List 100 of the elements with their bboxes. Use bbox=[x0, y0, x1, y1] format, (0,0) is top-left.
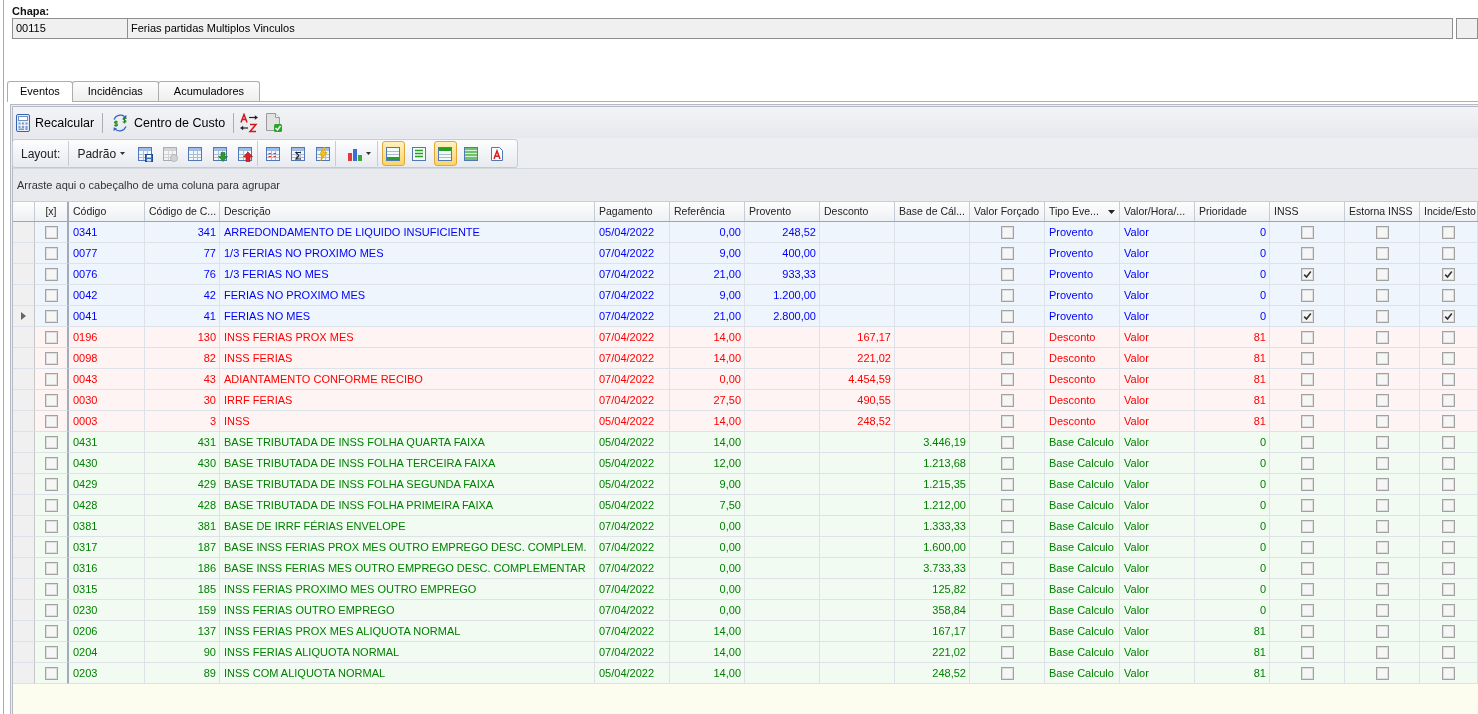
checkbox[interactable] bbox=[1000, 519, 1014, 533]
checkbox[interactable] bbox=[1300, 372, 1314, 386]
checkbox[interactable] bbox=[44, 246, 58, 260]
column-header[interactable]: Código bbox=[69, 202, 145, 221]
checkbox[interactable] bbox=[44, 498, 58, 512]
checkbox[interactable] bbox=[1442, 540, 1455, 554]
checkbox[interactable] bbox=[1300, 288, 1314, 302]
sort-az-icon[interactable] bbox=[239, 112, 260, 133]
checkbox[interactable] bbox=[1375, 477, 1389, 491]
checkbox[interactable] bbox=[1000, 414, 1014, 428]
checkbox[interactable] bbox=[1442, 414, 1455, 428]
checkbox[interactable] bbox=[1375, 603, 1389, 617]
checkbox[interactable] bbox=[1300, 309, 1314, 323]
view-toggle[interactable] bbox=[381, 141, 405, 166]
checkbox[interactable] bbox=[1375, 519, 1389, 533]
column-header[interactable]: Incide/Esto bbox=[1420, 202, 1478, 221]
column-header[interactable]: Valor/Hora/... bbox=[1120, 202, 1195, 221]
checkbox[interactable] bbox=[1000, 645, 1014, 659]
checkbox[interactable] bbox=[1300, 351, 1314, 365]
checkbox[interactable] bbox=[1000, 477, 1014, 491]
checkbox[interactable] bbox=[1375, 456, 1389, 470]
checkbox[interactable] bbox=[1442, 456, 1455, 470]
column-header[interactable]: Estorna INSS bbox=[1345, 202, 1420, 221]
checkbox[interactable] bbox=[1375, 498, 1389, 512]
checkbox[interactable] bbox=[1300, 540, 1314, 554]
checkbox[interactable] bbox=[1375, 246, 1389, 260]
checkbox[interactable] bbox=[1375, 582, 1389, 596]
column-header[interactable]: Pagamento bbox=[595, 202, 670, 221]
checkbox[interactable] bbox=[1442, 519, 1455, 533]
checkbox[interactable] bbox=[1000, 624, 1014, 638]
checkbox[interactable] bbox=[1300, 561, 1314, 575]
column-header[interactable]: INSS bbox=[1270, 202, 1345, 221]
checkbox[interactable] bbox=[1000, 267, 1014, 281]
checkbox[interactable] bbox=[1300, 498, 1314, 512]
checkbox[interactable] bbox=[44, 582, 58, 596]
checkbox[interactable] bbox=[1300, 477, 1314, 491]
tab[interactable]: Eventos bbox=[7, 81, 73, 102]
checkbox[interactable] bbox=[1375, 540, 1389, 554]
checkbox[interactable] bbox=[1000, 666, 1014, 680]
input-field[interactable] bbox=[1456, 18, 1478, 39]
column-header[interactable]: Valor Forçado bbox=[970, 202, 1045, 221]
checkbox[interactable] bbox=[1000, 540, 1014, 554]
checkbox[interactable] bbox=[1375, 561, 1389, 575]
checkbox[interactable] bbox=[1000, 225, 1014, 239]
checkbox[interactable] bbox=[1300, 456, 1314, 470]
checkbox[interactable] bbox=[1300, 582, 1314, 596]
checkbox[interactable] bbox=[1300, 393, 1314, 407]
column-header[interactable]: Desconto bbox=[820, 202, 895, 221]
tab[interactable]: Incidências bbox=[71, 81, 159, 101]
checkbox[interactable] bbox=[1442, 225, 1455, 239]
checkbox[interactable] bbox=[44, 351, 58, 365]
checkbox[interactable] bbox=[1000, 498, 1014, 512]
column-header[interactable]: Descrição bbox=[220, 202, 595, 221]
checkbox[interactable] bbox=[1442, 330, 1455, 344]
checkbox[interactable] bbox=[1442, 645, 1455, 659]
checkbox[interactable] bbox=[44, 603, 58, 617]
checkbox[interactable] bbox=[1375, 645, 1389, 659]
checkbox[interactable] bbox=[1000, 246, 1014, 260]
view-toggle[interactable] bbox=[433, 141, 457, 166]
checkbox[interactable] bbox=[1300, 267, 1314, 281]
document-check-icon[interactable] bbox=[265, 113, 283, 132]
checkbox[interactable] bbox=[44, 666, 58, 680]
checkbox[interactable] bbox=[1442, 603, 1455, 617]
checkbox[interactable] bbox=[1442, 477, 1455, 491]
save-icon[interactable] bbox=[136, 145, 153, 162]
checkbox[interactable] bbox=[1375, 330, 1389, 344]
checkbox[interactable] bbox=[44, 414, 58, 428]
checkbox[interactable] bbox=[1442, 582, 1455, 596]
checkbox[interactable] bbox=[1375, 309, 1389, 323]
checkbox[interactable] bbox=[1442, 561, 1455, 575]
checkbox[interactable] bbox=[1000, 393, 1014, 407]
checkbox[interactable] bbox=[1300, 435, 1314, 449]
checkbox[interactable] bbox=[1375, 225, 1389, 239]
checkbox[interactable] bbox=[44, 225, 58, 239]
checkbox[interactable] bbox=[1442, 666, 1455, 680]
layout-dropdown[interactable]: Padrão bbox=[77, 146, 126, 161]
checkbox[interactable] bbox=[1375, 393, 1389, 407]
checkbox[interactable] bbox=[44, 561, 58, 575]
checkbox[interactable] bbox=[1442, 372, 1455, 386]
checkbox[interactable] bbox=[1442, 435, 1455, 449]
checkbox[interactable] bbox=[1375, 435, 1389, 449]
checkbox[interactable] bbox=[1000, 603, 1014, 617]
checkbox[interactable] bbox=[44, 435, 58, 449]
checkbox[interactable] bbox=[1000, 561, 1014, 575]
checkbox[interactable] bbox=[1375, 666, 1389, 680]
checkbox[interactable] bbox=[44, 477, 58, 491]
toolbar-button[interactable]: Centro de Custo bbox=[108, 110, 229, 135]
chapa-name-field[interactable]: Ferias partidas Multiplos Vinculos bbox=[127, 18, 1453, 39]
table-lines-icon[interactable] bbox=[264, 145, 281, 162]
table-icon[interactable] bbox=[186, 145, 203, 162]
table-lightning-icon[interactable] bbox=[314, 145, 331, 162]
table-sum-icon[interactable] bbox=[289, 145, 306, 162]
checkbox[interactable] bbox=[1442, 288, 1455, 302]
checkbox[interactable] bbox=[1300, 519, 1314, 533]
checkbox[interactable] bbox=[1375, 351, 1389, 365]
checkbox[interactable] bbox=[44, 288, 58, 302]
checkbox[interactable] bbox=[1300, 624, 1314, 638]
column-header[interactable]: Base de Cál... bbox=[895, 202, 970, 221]
column-header[interactable]: Prioridade bbox=[1195, 202, 1270, 221]
checkbox[interactable] bbox=[1442, 267, 1455, 281]
